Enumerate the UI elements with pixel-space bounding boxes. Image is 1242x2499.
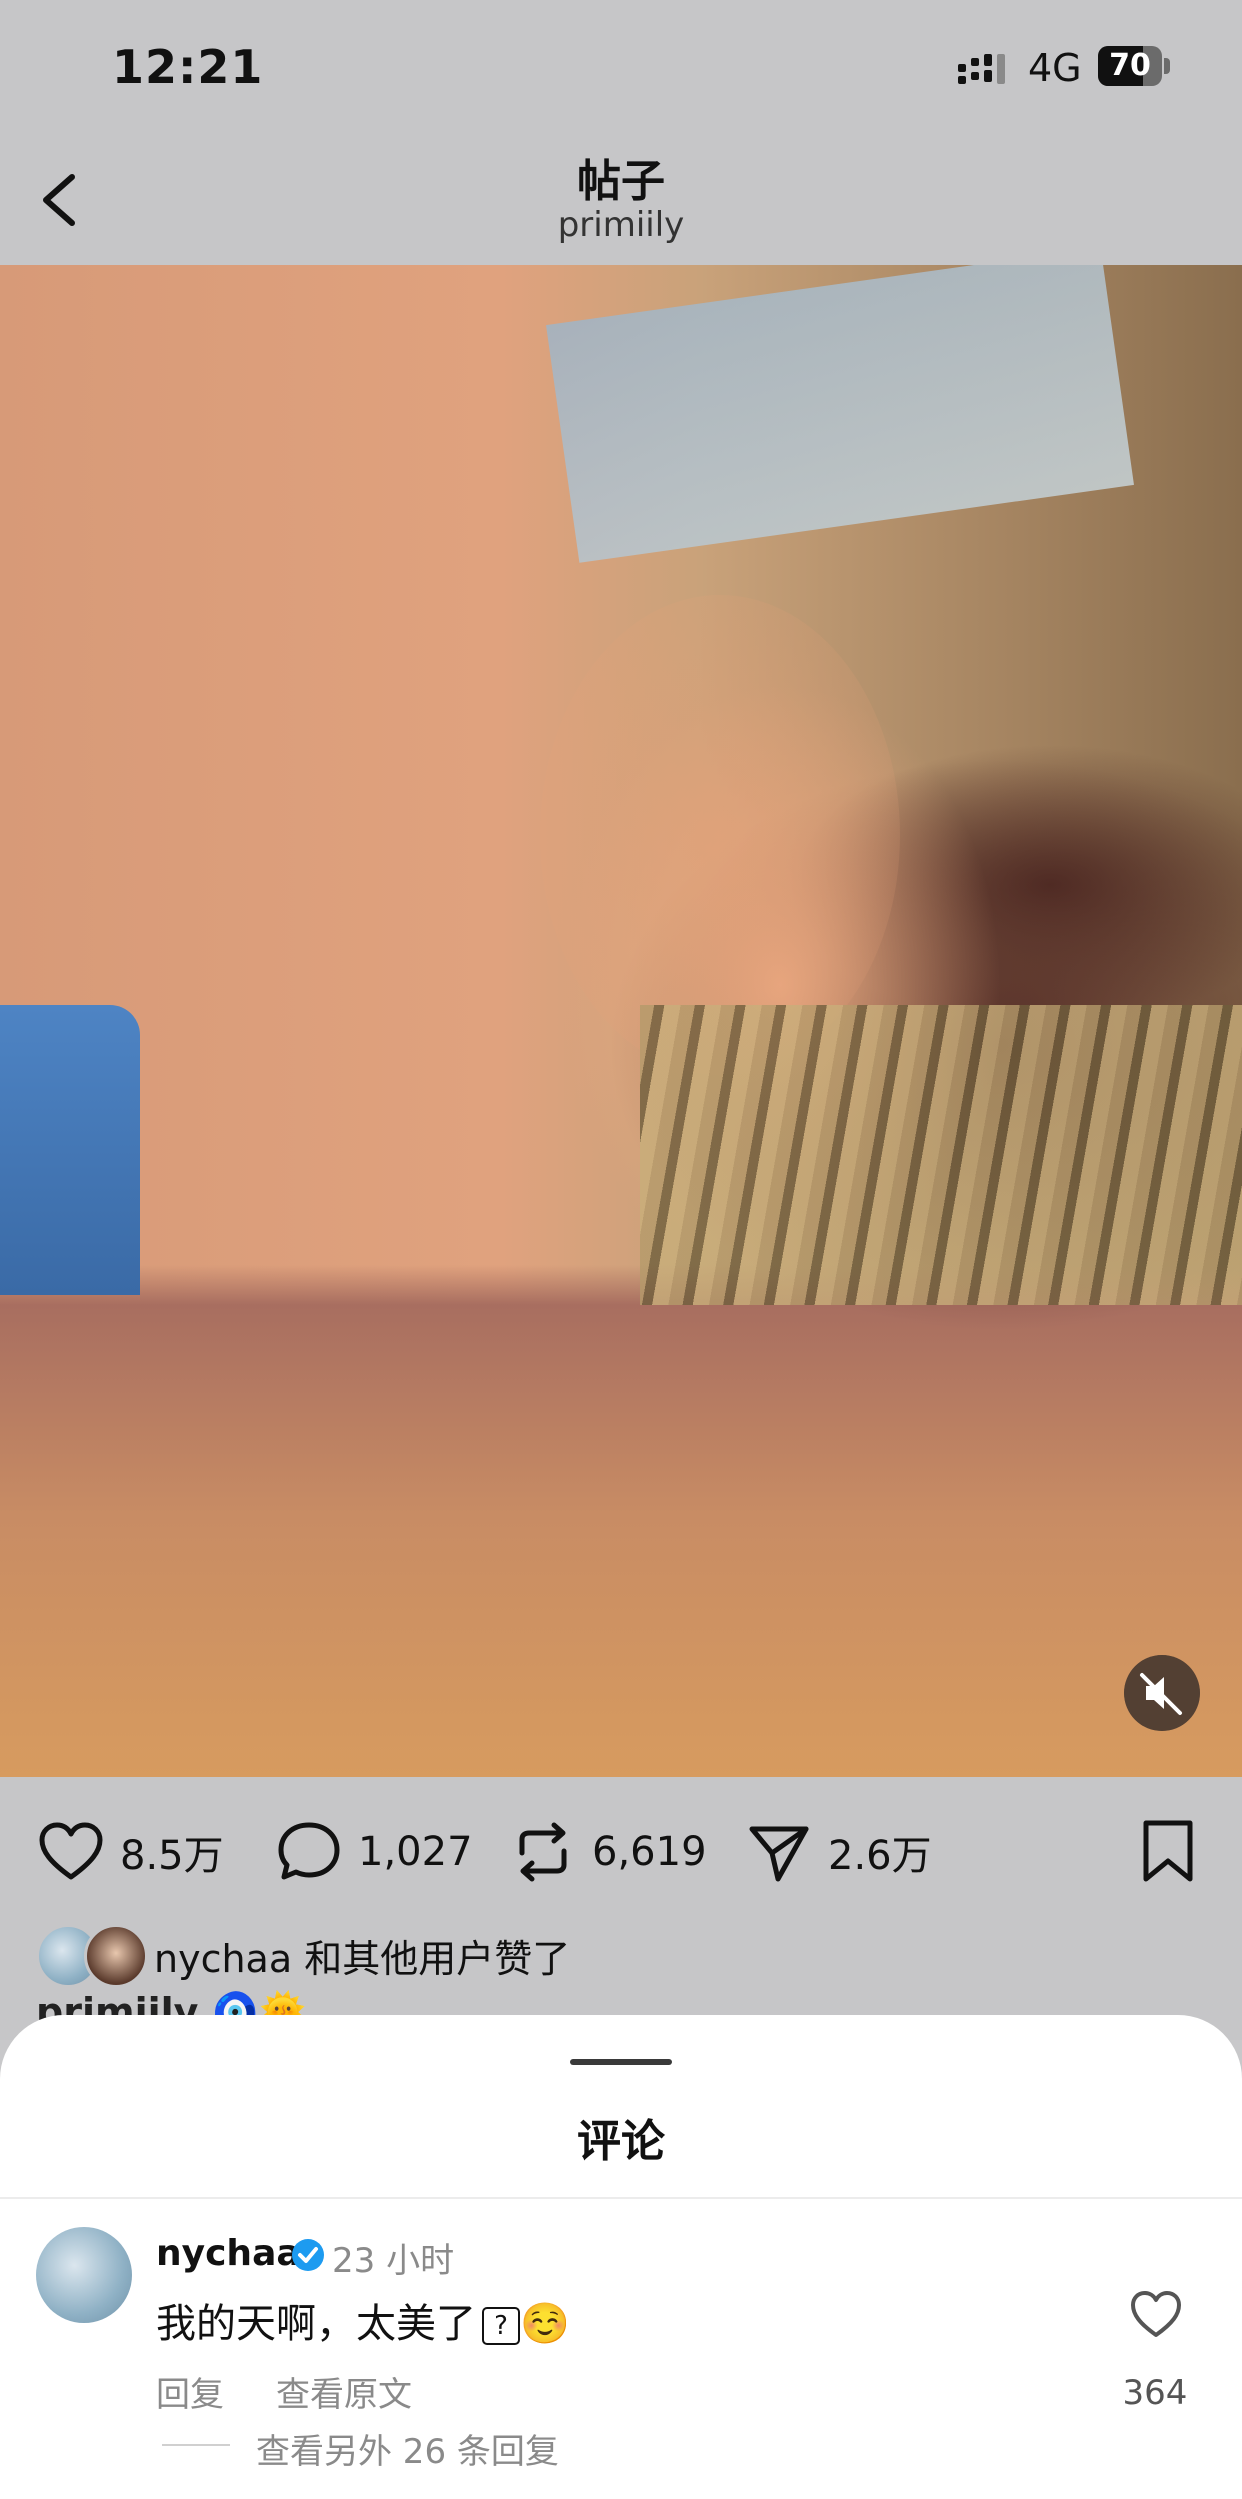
status-time: 12:21 xyxy=(112,40,264,94)
network-type: 4G xyxy=(1028,46,1082,90)
heart-icon xyxy=(39,1822,103,1880)
liked-by-text: nychaa 和其他用户赞了 xyxy=(154,1937,571,1981)
comment-heart-icon[interactable] xyxy=(1128,2287,1184,2343)
reply-button[interactable]: 回复 xyxy=(156,2367,224,2416)
like-button[interactable]: 8.5万 xyxy=(36,1817,224,1887)
mute-icon[interactable] xyxy=(1124,1655,1200,1731)
photo-sky-area xyxy=(546,265,1134,563)
comment-emoji: ☺️ xyxy=(520,2301,570,2347)
view-original-button[interactable]: 查看原文 xyxy=(276,2367,412,2416)
signal-icon xyxy=(958,54,1005,84)
battery-level: 70 xyxy=(1109,48,1151,83)
verified-badge-icon xyxy=(292,2239,324,2271)
post-media[interactable] xyxy=(0,265,1242,1777)
comment-button[interactable]: 1,027 xyxy=(274,1817,473,1887)
photo-palm-area xyxy=(640,1005,1242,1305)
repost-button[interactable]: 6,619 xyxy=(508,1817,707,1887)
sheet-drag-handle[interactable] xyxy=(570,2059,672,2065)
comment-like-count: 364 xyxy=(1122,2373,1188,2413)
comment-count: 1,027 xyxy=(358,1829,473,1875)
divider xyxy=(162,2444,230,2446)
comment-avatar[interactable] xyxy=(36,2227,132,2323)
repost-count: 6,619 xyxy=(592,1829,707,1875)
status-bar: 12:21 4G 70 xyxy=(0,0,1242,135)
page-title: 帖子 xyxy=(577,156,665,207)
comment-icon xyxy=(278,1822,340,1880)
page-subtitle: primiily xyxy=(557,205,685,245)
comment-body: 我的天啊，太美了 xyxy=(156,2301,476,2347)
photo-subject-area xyxy=(540,595,900,1075)
unknown-glyph: ? xyxy=(482,2307,520,2345)
bookmark-icon[interactable] xyxy=(1138,1817,1198,1887)
post-header: 帖子 primiily xyxy=(0,135,1242,265)
share-count: 2.6万 xyxy=(828,1833,932,1879)
avatar xyxy=(84,1924,148,1988)
send-icon xyxy=(749,1826,809,1882)
repost-icon xyxy=(519,1822,567,1882)
comment-text: 我的天啊，太美了? ☺️ xyxy=(156,2291,570,2349)
view-more-replies[interactable]: 查看另外 26 条回复 xyxy=(256,2424,559,2473)
photo-pool-area xyxy=(0,1005,140,1295)
sheet-title: 评论 xyxy=(577,2116,665,2167)
share-button[interactable]: 2.6万 xyxy=(744,1817,932,1887)
battery-indicator: 70 xyxy=(1098,46,1170,86)
comment-time: 23 小时 xyxy=(332,2241,455,2281)
comment-username[interactable]: nychaa xyxy=(156,2233,301,2274)
like-count: 8.5万 xyxy=(120,1833,224,1879)
comments-sheet: 评论 nychaa 23 小时 我的天啊，太美了? ☺️ 回复 查看原文 364 xyxy=(0,2015,1242,2499)
divider xyxy=(0,2197,1242,2199)
